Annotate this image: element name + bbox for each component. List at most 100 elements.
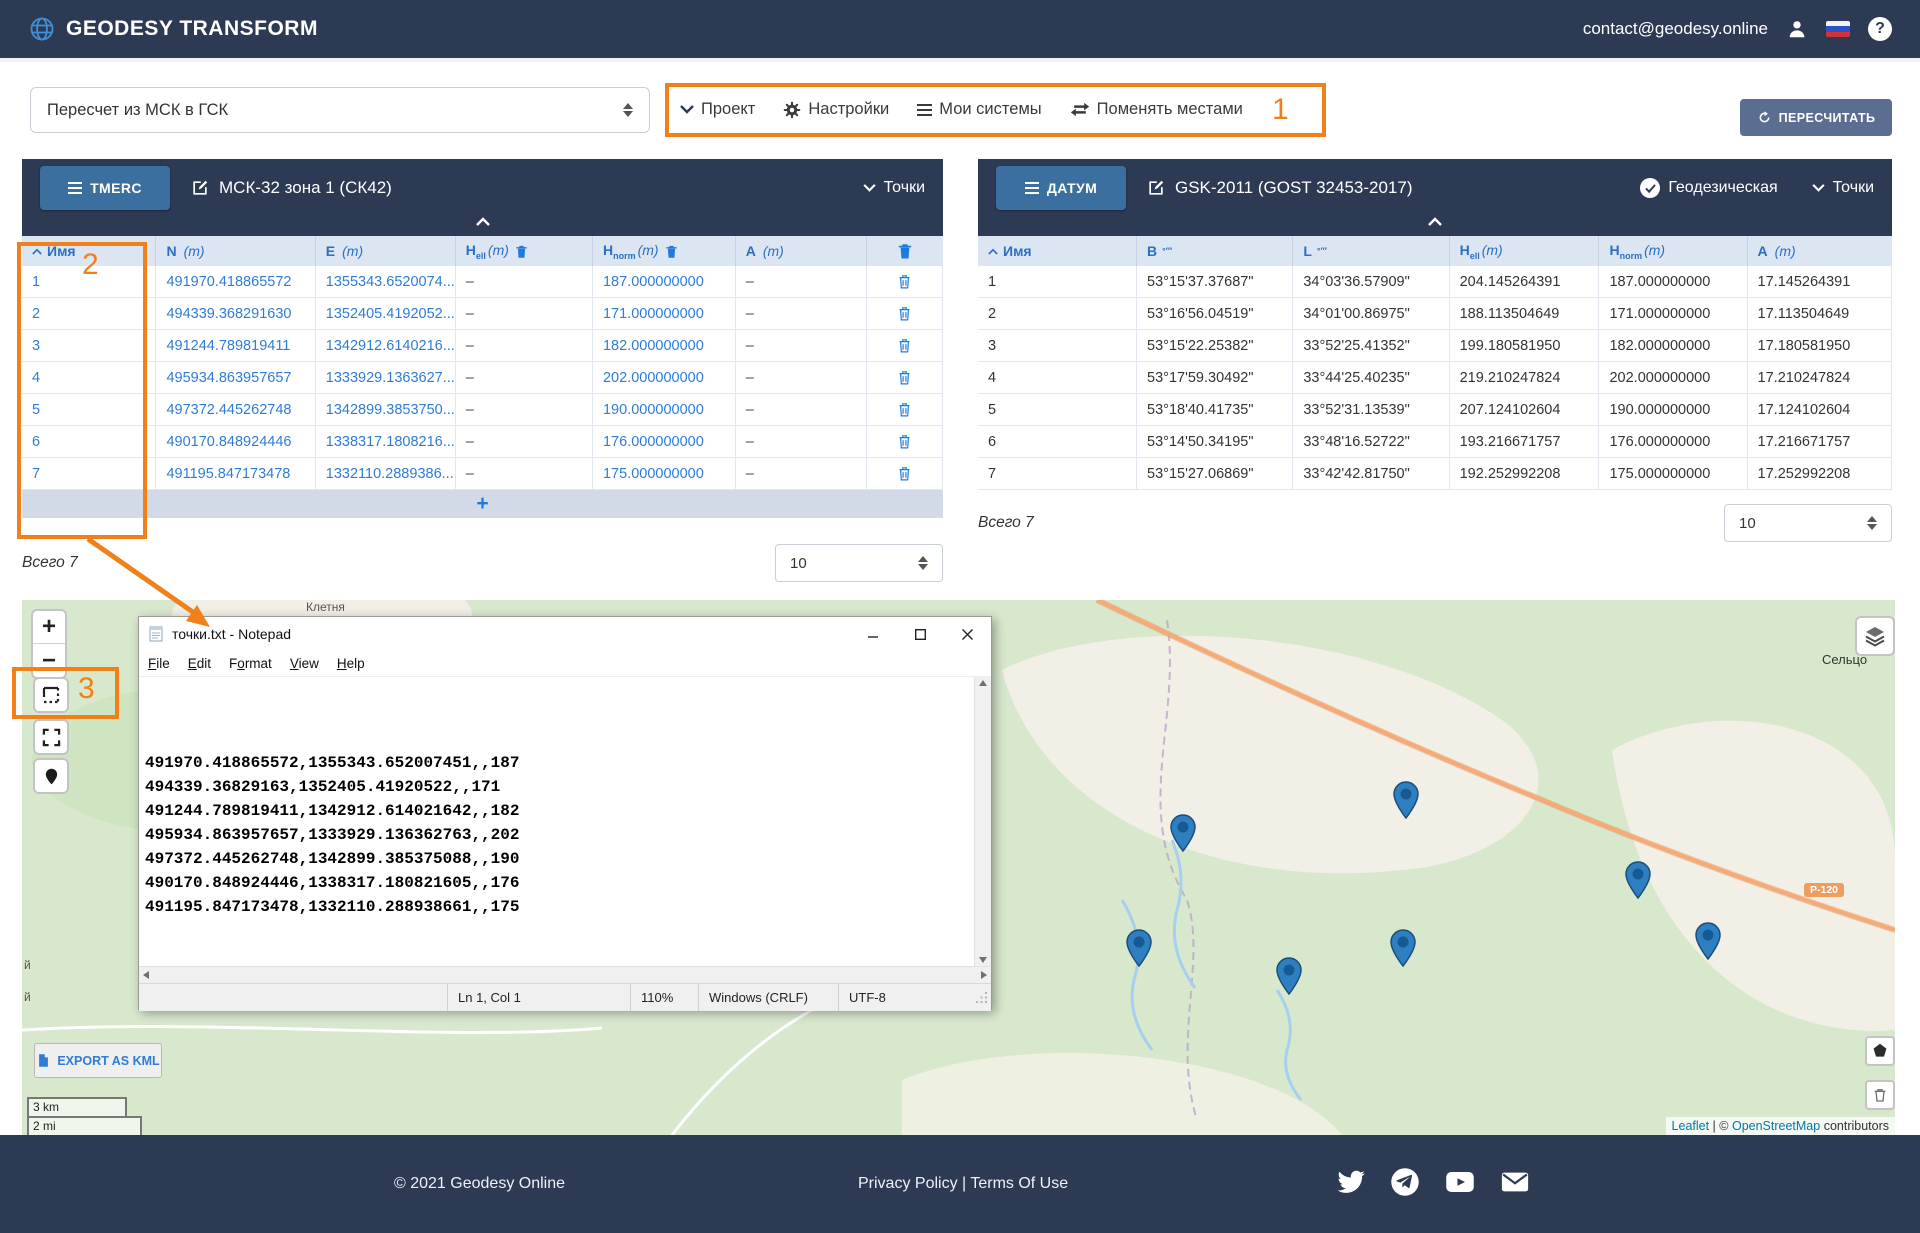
delete-row-button[interactable] [896, 305, 913, 322]
cell-hell[interactable]: – [456, 426, 593, 458]
cell-a[interactable]: – [736, 266, 867, 298]
cell-a[interactable]: – [736, 298, 867, 330]
notepad-text-area[interactable]: 491970.418865572,1355343.652007451,,1874… [139, 677, 974, 966]
cell-name[interactable]: 7 [22, 458, 156, 490]
maximize-button[interactable] [897, 617, 944, 651]
marker-tool-button[interactable] [33, 758, 69, 794]
column-header-b[interactable]: B°′″ [1137, 236, 1293, 266]
datum-type-button[interactable]: ДАТУМ [996, 166, 1126, 210]
source-points-dropdown[interactable]: Точки [863, 179, 925, 197]
delete-row-button[interactable] [896, 433, 913, 450]
telegram-icon[interactable] [1390, 1167, 1420, 1197]
cell-hell[interactable]: – [456, 362, 593, 394]
user-icon[interactable] [1786, 18, 1808, 40]
resize-grip[interactable] [964, 984, 991, 1011]
terms-link[interactable]: Terms Of Use [970, 1175, 1068, 1192]
delete-row-button[interactable] [896, 273, 913, 290]
geodetic-toggle[interactable]: Геодезическая [1640, 178, 1777, 198]
cell-a[interactable]: – [736, 426, 867, 458]
scroll-left-icon[interactable] [143, 971, 149, 979]
youtube-icon[interactable] [1444, 1167, 1476, 1197]
twitter-icon[interactable] [1336, 1167, 1366, 1197]
privacy-policy-link[interactable]: Privacy Policy [858, 1175, 958, 1192]
account-email[interactable]: contact@geodesy.online [1583, 19, 1768, 39]
source-system-title[interactable]: МСК-32 зона 1 (СК42) [190, 178, 392, 198]
cell-a[interactable]: – [736, 330, 867, 362]
target-system-title[interactable]: GSK-2011 (GOST 32453-2017) [1146, 178, 1413, 198]
cell-a[interactable]: – [736, 394, 867, 426]
delete-shape-button[interactable] [1865, 1080, 1895, 1110]
cell-hell[interactable]: – [456, 330, 593, 362]
source-collapse-strip[interactable] [22, 217, 943, 236]
horizontal-scrollbar[interactable] [139, 966, 991, 983]
menu-item-my-systems[interactable]: Мои системы [917, 100, 1041, 119]
cell-hell[interactable]: – [456, 298, 593, 330]
recalculate-button[interactable]: ПЕРЕСЧИТАТЬ [1740, 99, 1892, 136]
map[interactable]: Клетня Сельцо й й Р-120 + − EXPORT AS KM… [22, 600, 1895, 1135]
cell-name[interactable]: 6 [22, 426, 156, 458]
column-header-hnorm[interactable]: Hnorm(m) [1599, 236, 1747, 266]
cell-n[interactable]: 494339.368291630 [156, 298, 315, 330]
email-icon[interactable] [1500, 1167, 1530, 1197]
flag-ru-icon[interactable] [1826, 21, 1850, 37]
cell-n[interactable]: 495934.863957657 [156, 362, 315, 394]
menu-file[interactable]: File [139, 656, 179, 671]
delete-row-button[interactable] [896, 465, 913, 482]
cell-n[interactable]: 497372.445262748 [156, 394, 315, 426]
draw-shape-button[interactable] [1865, 1036, 1895, 1066]
page-size-select[interactable]: 10 [1724, 504, 1892, 542]
cell-name[interactable]: 2 [22, 298, 156, 330]
cell-n[interactable]: 491195.847173478 [156, 458, 315, 490]
cell-e[interactable]: 1332110.2889386... [316, 458, 456, 490]
column-header-e[interactable]: E(m) [316, 236, 456, 266]
cell-name[interactable]: 3 [22, 330, 156, 362]
fullscreen-button[interactable] [33, 719, 69, 755]
zoom-in-button[interactable]: + [33, 611, 65, 644]
cell-hnorm[interactable]: 190.000000000 [593, 394, 736, 426]
leaflet-link[interactable]: Leaflet [1672, 1119, 1710, 1133]
scroll-down-icon[interactable] [979, 957, 987, 963]
preset-select[interactable]: Пересчет из МСК в ГСК [30, 87, 650, 133]
cell-n[interactable]: 491244.789819411 [156, 330, 315, 362]
export-kml-button[interactable]: EXPORT AS KML [34, 1043, 162, 1078]
cell-e[interactable]: 1338317.1808216... [316, 426, 456, 458]
osm-link[interactable]: OpenStreetMap [1732, 1119, 1820, 1133]
cell-hell[interactable]: – [456, 266, 593, 298]
projection-type-button[interactable]: TMERC [40, 166, 170, 210]
delete-row-button[interactable] [896, 337, 913, 354]
column-header-n[interactable]: N(m) [156, 236, 315, 266]
menu-item-swap[interactable]: Поменять местами [1070, 100, 1243, 119]
target-points-dropdown[interactable]: Точки [1812, 179, 1874, 197]
add-point-button[interactable]: + [22, 490, 943, 518]
menu-edit[interactable]: Edit [179, 656, 220, 671]
zoom-out-button[interactable]: − [33, 644, 65, 677]
delete-all-button[interactable] [867, 236, 943, 266]
menu-item-project[interactable]: Проект [680, 100, 755, 119]
help-icon[interactable]: ? [1868, 17, 1892, 41]
cell-e[interactable]: 1342899.3853750... [316, 394, 456, 426]
notepad-titlebar[interactable]: точки.txt - Notepad [139, 617, 991, 651]
menu-help[interactable]: Help [328, 656, 374, 671]
column-header-hell[interactable]: Hell(m) [456, 236, 593, 266]
cell-hnorm[interactable]: 187.000000000 [593, 266, 736, 298]
menu-item-settings[interactable]: Настройки [783, 100, 889, 119]
delete-row-button[interactable] [896, 369, 913, 386]
delete-row-button[interactable] [896, 401, 913, 418]
target-collapse-strip[interactable] [978, 217, 1892, 236]
cell-hnorm[interactable]: 171.000000000 [593, 298, 736, 330]
cell-name[interactable]: 5 [22, 394, 156, 426]
cell-hnorm[interactable]: 176.000000000 [593, 426, 736, 458]
column-header-l[interactable]: L°′″ [1293, 236, 1449, 266]
column-header-hnorm[interactable]: Hnorm(m) [593, 236, 736, 266]
scroll-up-icon[interactable] [979, 680, 987, 686]
cell-hell[interactable]: – [456, 458, 593, 490]
box-select-button[interactable] [33, 677, 69, 713]
column-header-a[interactable]: A(m) [1748, 236, 1892, 266]
cell-hnorm[interactable]: 175.000000000 [593, 458, 736, 490]
menu-view[interactable]: View [281, 656, 328, 671]
cell-n[interactable]: 490170.848924446 [156, 426, 315, 458]
vertical-scrollbar[interactable] [974, 677, 991, 966]
minimize-button[interactable] [850, 617, 897, 651]
column-header-a[interactable]: A(m) [736, 236, 867, 266]
column-header-hell[interactable]: Hell(m) [1450, 236, 1600, 266]
